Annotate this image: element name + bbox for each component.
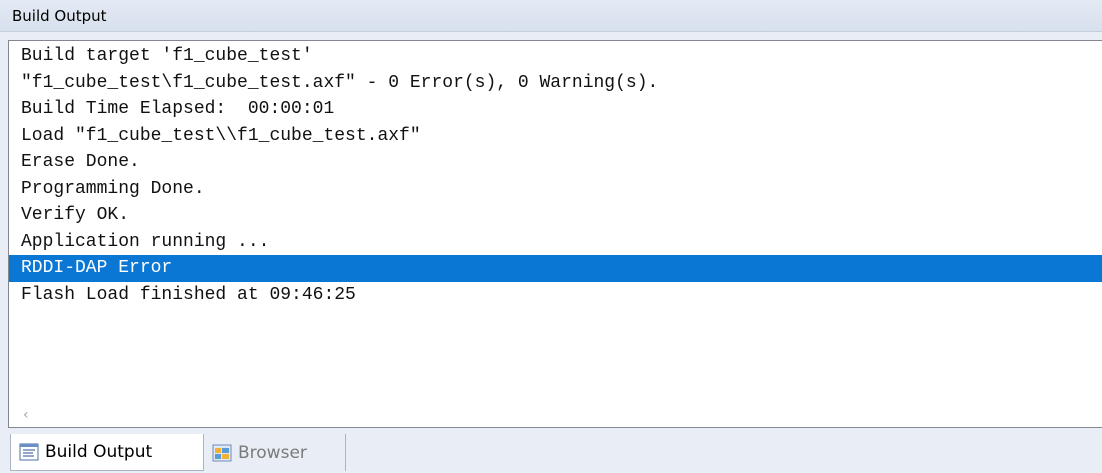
build-output-window: Build Output Build target 'f1_cube_test'…: [0, 0, 1102, 473]
window-title: Build Output: [12, 7, 107, 25]
tab-browser-label: Browser: [238, 442, 307, 463]
build-output-pane[interactable]: Build target 'f1_cube_test' "f1_cube_tes…: [8, 40, 1102, 428]
browser-icon: [212, 444, 232, 461]
log-line[interactable]: Build target 'f1_cube_test': [9, 43, 1102, 70]
tab-strip: Build Output Browser: [0, 434, 1102, 473]
build-output-icon: [19, 443, 39, 461]
log-line[interactable]: Build Time Elapsed: 00:00:01: [9, 96, 1102, 123]
log-line[interactable]: "f1_cube_test\f1_cube_test.axf" - 0 Erro…: [9, 70, 1102, 97]
tab-build-output-label: Build Output: [45, 442, 153, 462]
title-bar: Build Output: [0, 0, 1102, 32]
log-lines: Build target 'f1_cube_test' "f1_cube_tes…: [9, 41, 1102, 308]
tab-build-output[interactable]: Build Output: [10, 434, 204, 471]
horizontal-scrollbar[interactable]: ‹: [9, 403, 1102, 427]
scroll-left-arrow-icon[interactable]: ‹: [23, 403, 29, 427]
log-line[interactable]: Flash Load finished at 09:46:25: [9, 282, 1102, 309]
log-line[interactable]: Load "f1_cube_test\\f1_cube_test.axf": [9, 123, 1102, 150]
log-line[interactable]: Programming Done.: [9, 176, 1102, 203]
log-line[interactable]: Erase Done.: [9, 149, 1102, 176]
log-line[interactable]: Verify OK.: [9, 202, 1102, 229]
tab-browser[interactable]: Browser: [206, 434, 346, 471]
log-line-selected[interactable]: RDDI-DAP Error: [9, 255, 1102, 282]
log-line[interactable]: Application running ...: [9, 229, 1102, 256]
